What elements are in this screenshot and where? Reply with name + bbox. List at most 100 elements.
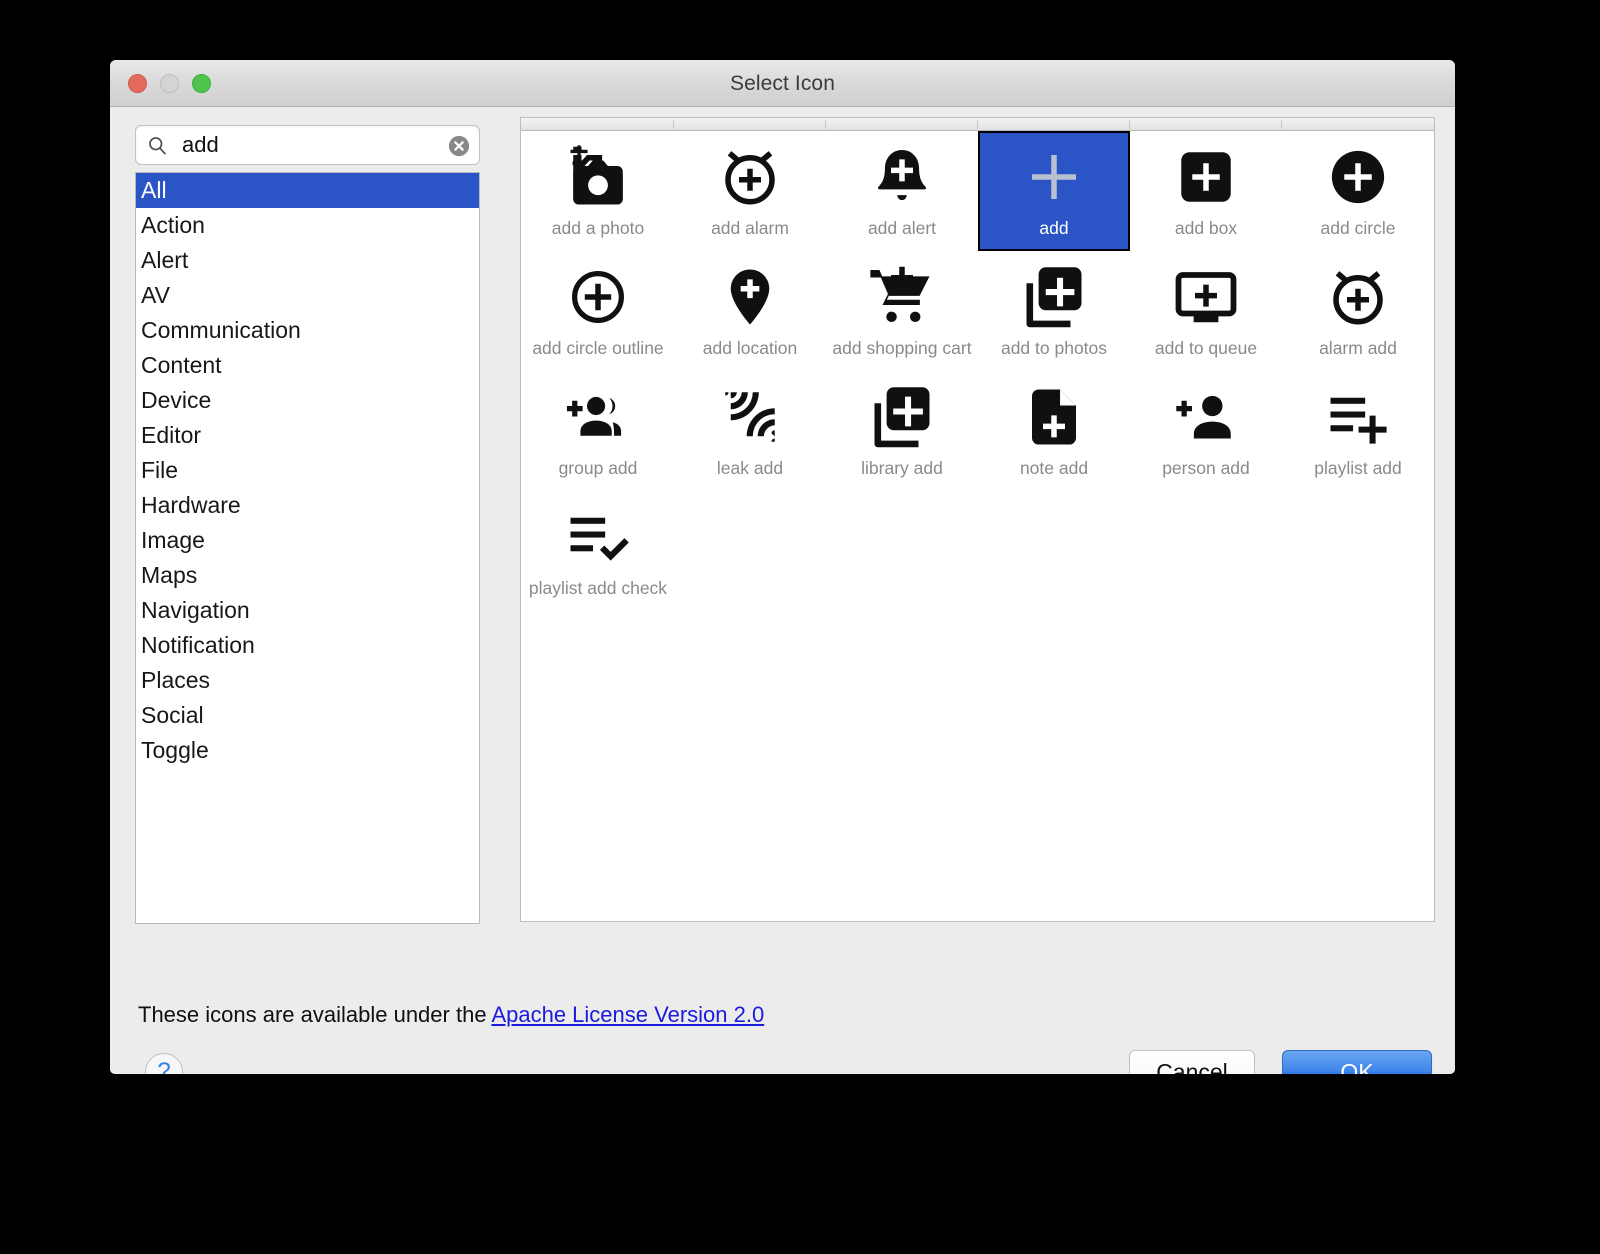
category-item-label: AV — [141, 282, 170, 308]
icon-cell-label: add to queue — [1154, 338, 1258, 358]
category-item-navigation[interactable]: Navigation — [136, 593, 479, 628]
add-alert-icon — [866, 141, 938, 213]
icon-cell-label: playlist add — [1314, 458, 1402, 478]
column-separator — [825, 120, 826, 129]
category-item-label: Image — [141, 527, 205, 553]
category-item-social[interactable]: Social — [136, 698, 479, 733]
grid-column-header — [521, 118, 1434, 131]
category-item-file[interactable]: File — [136, 453, 479, 488]
add-box-icon — [1170, 141, 1242, 213]
icon-cell-group-add[interactable]: group add — [522, 371, 674, 491]
icon-results-pane: add a photo add alarm add alert add add box a… — [520, 117, 1435, 922]
select-icon-dialog: Select Icon AllActi — [110, 60, 1455, 1074]
icon-cell-playlist-add-check[interactable]: playlist add check — [522, 491, 674, 611]
icon-cell-add-circle[interactable]: add circle — [1282, 131, 1434, 251]
category-item-alert[interactable]: Alert — [136, 243, 479, 278]
help-button[interactable]: ? — [145, 1053, 183, 1074]
category-item-hardware[interactable]: Hardware — [136, 488, 479, 523]
add-a-photo-icon — [562, 141, 634, 213]
category-item-image[interactable]: Image — [136, 523, 479, 558]
category-list[interactable]: All Action Alert AV Communication Content Devi… — [135, 172, 480, 924]
icon-cell-label: add box — [1174, 218, 1238, 238]
category-item-communication[interactable]: Communication — [136, 313, 479, 348]
icon-cell-label: note add — [1019, 458, 1089, 478]
search-input[interactable] — [180, 126, 435, 164]
icon-cell-leak-add[interactable]: leak add — [674, 371, 826, 491]
icon-cell-label: add alarm — [711, 218, 789, 238]
group-add-icon — [562, 381, 634, 453]
category-item-label: All — [141, 177, 167, 203]
icon-cell-add-box[interactable]: add box — [1130, 131, 1282, 251]
icon-cell-alarm-add[interactable]: alarm add — [1282, 251, 1434, 371]
category-item-editor[interactable]: Editor — [136, 418, 479, 453]
category-item-label: Notification — [141, 632, 255, 658]
category-item-label: Maps — [141, 562, 198, 588]
icon-cell-add-to-queue[interactable]: add to queue — [1130, 251, 1282, 371]
icon-cell-note-add[interactable]: note add — [978, 371, 1130, 491]
clear-icon[interactable] — [448, 135, 470, 157]
playlist-add-check-icon — [562, 501, 634, 573]
column-separator — [977, 120, 978, 129]
add-icon — [1018, 141, 1090, 213]
category-item-content[interactable]: Content — [136, 348, 479, 383]
icon-cell-person-add[interactable]: person add — [1130, 371, 1282, 491]
icon-cell-label: library add — [861, 458, 943, 478]
alarm-add-icon — [1322, 261, 1394, 333]
category-item-av[interactable]: AV — [136, 278, 479, 313]
icon-cell-label: add shopping cart — [832, 338, 972, 358]
category-item-toggle[interactable]: Toggle — [136, 733, 479, 768]
icon-cell-add-circle-outline[interactable]: add circle outline — [522, 251, 674, 371]
category-item-maps[interactable]: Maps — [136, 558, 479, 593]
icon-grid-scroll-area[interactable]: add a photo add alarm add alert add add box a… — [521, 131, 1434, 921]
add-circle-icon — [1322, 141, 1394, 213]
icon-cell-label: alarm add — [1319, 338, 1397, 358]
icon-cell-label: add location — [702, 338, 798, 358]
title-bar: Select Icon — [110, 60, 1455, 107]
category-item-all[interactable]: All — [136, 173, 479, 208]
icon-cell-label: playlist add check — [528, 578, 668, 598]
icon-cell-label: add — [1039, 218, 1069, 238]
search-field[interactable] — [135, 125, 480, 165]
category-item-label: Toggle — [141, 737, 209, 763]
icon-cell-add-alarm[interactable]: add alarm — [674, 131, 826, 251]
icon-cell-add-shopping-cart[interactable]: add shopping cart — [826, 251, 978, 371]
category-item-label: Alert — [141, 247, 189, 273]
license-note: These icons are available under the Apac… — [138, 1002, 764, 1028]
note-add-icon — [1018, 381, 1090, 453]
category-item-places[interactable]: Places — [136, 663, 479, 698]
column-separator — [1281, 120, 1282, 129]
icon-cell-label: add alert — [867, 218, 937, 238]
category-item-label: Navigation — [141, 597, 250, 623]
category-item-label: Social — [141, 702, 204, 728]
icon-cell-label: leak add — [716, 458, 784, 478]
category-item-notification[interactable]: Notification — [136, 628, 479, 663]
icon-cell-label: add circle outline — [532, 338, 664, 358]
person-add-icon — [1170, 381, 1242, 453]
search-icon — [147, 135, 168, 156]
icon-cell-label: person add — [1162, 458, 1250, 478]
icon-cell-add[interactable]: add — [978, 131, 1130, 251]
column-separator — [1129, 120, 1130, 129]
icon-cell-label: add circle — [1320, 218, 1396, 238]
ok-button[interactable]: OK — [1282, 1050, 1432, 1074]
category-item-device[interactable]: Device — [136, 383, 479, 418]
cancel-button[interactable]: Cancel — [1129, 1050, 1255, 1074]
add-circle-outline-icon — [562, 261, 634, 333]
icon-cell-add-location[interactable]: add location — [674, 251, 826, 371]
column-separator — [673, 120, 674, 129]
category-item-action[interactable]: Action — [136, 208, 479, 243]
icon-cell-label: add to photos — [1000, 338, 1108, 358]
icon-cell-library-add[interactable]: library add — [826, 371, 978, 491]
icon-cell-add-a-photo[interactable]: add a photo — [522, 131, 674, 251]
add-shopping-cart-icon — [866, 261, 938, 333]
icon-cell-add-to-photos[interactable]: add to photos — [978, 251, 1130, 371]
license-prefix-text: These icons are available under the — [138, 1002, 492, 1027]
icon-cell-add-alert[interactable]: add alert — [826, 131, 978, 251]
icon-cell-playlist-add[interactable]: playlist add — [1282, 371, 1434, 491]
add-alarm-icon — [714, 141, 786, 213]
playlist-add-icon — [1322, 381, 1394, 453]
add-to-photos-icon — [1018, 261, 1090, 333]
category-item-label: File — [141, 457, 179, 483]
dialog-body: All Action Alert AV Communication Content Devi… — [110, 107, 1455, 1074]
apache-license-link[interactable]: Apache License Version 2.0 — [491, 1002, 764, 1027]
